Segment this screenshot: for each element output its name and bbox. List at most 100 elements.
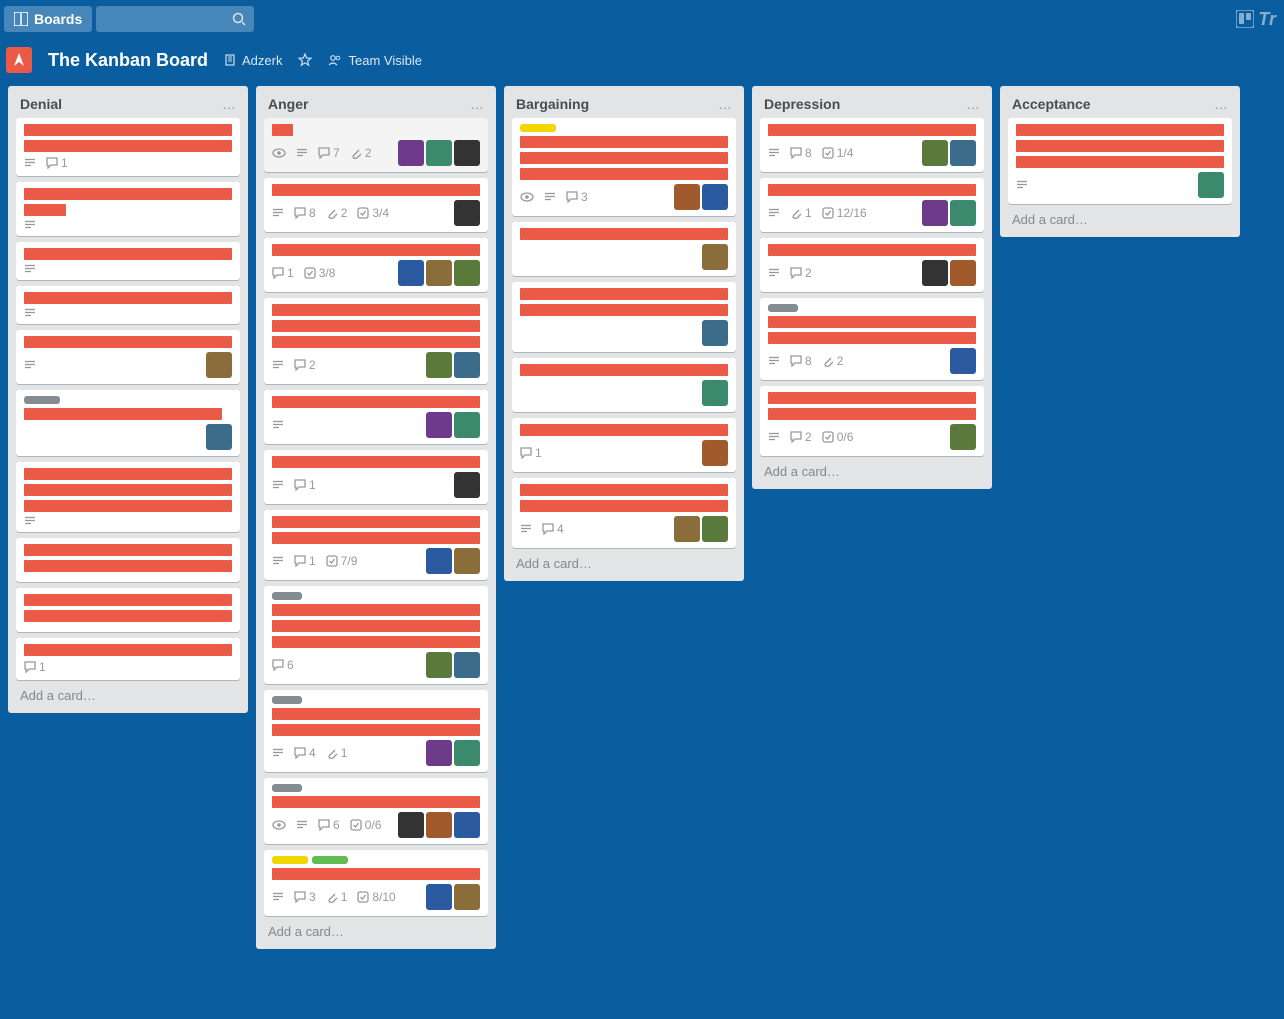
card[interactable] (16, 286, 240, 324)
member-avatar[interactable] (454, 140, 480, 166)
card[interactable]: 1 (512, 418, 736, 472)
card[interactable]: 81/4 (760, 118, 984, 172)
list-title[interactable]: Bargaining (516, 96, 589, 112)
member-avatar[interactable] (922, 200, 948, 226)
card[interactable]: 60/6 (264, 778, 488, 844)
card[interactable] (16, 242, 240, 280)
search-input[interactable] (96, 6, 254, 32)
card[interactable] (16, 462, 240, 532)
org-link[interactable]: Adzerk (224, 53, 282, 68)
member-avatar[interactable] (426, 412, 452, 438)
member-avatar[interactable] (454, 412, 480, 438)
add-card-button[interactable]: Add a card… (756, 456, 988, 485)
list-menu-button[interactable]: … (718, 96, 732, 112)
add-card-button[interactable]: Add a card… (1004, 204, 1236, 233)
card[interactable] (1008, 118, 1232, 204)
member-avatar[interactable] (426, 740, 452, 766)
card[interactable]: 2 (760, 238, 984, 292)
card[interactable] (16, 390, 240, 456)
card[interactable]: 1 (16, 118, 240, 176)
card-title-redacted (768, 392, 976, 420)
card[interactable]: 6 (264, 586, 488, 684)
member-avatar[interactable] (398, 260, 424, 286)
card[interactable] (16, 588, 240, 632)
card[interactable]: 1 (264, 450, 488, 504)
member-avatar[interactable] (426, 548, 452, 574)
card[interactable] (512, 358, 736, 412)
list-menu-button[interactable]: … (966, 96, 980, 112)
card[interactable]: 72 (264, 118, 488, 172)
member-avatar[interactable] (922, 260, 948, 286)
card[interactable]: 3 (512, 118, 736, 216)
list-menu-button[interactable]: … (222, 96, 236, 112)
member-avatar[interactable] (702, 244, 728, 270)
member-avatar[interactable] (454, 352, 480, 378)
member-avatar[interactable] (426, 140, 452, 166)
member-avatar[interactable] (950, 200, 976, 226)
card[interactable] (16, 182, 240, 236)
boards-button[interactable]: Boards (4, 6, 92, 32)
member-avatar[interactable] (206, 424, 232, 450)
member-avatar[interactable] (398, 140, 424, 166)
description-icon (544, 192, 556, 202)
member-avatar[interactable] (426, 812, 452, 838)
card[interactable] (512, 222, 736, 276)
card[interactable]: 41 (264, 690, 488, 772)
member-avatar[interactable] (206, 352, 232, 378)
card[interactable] (16, 538, 240, 582)
card[interactable]: 318/10 (264, 850, 488, 916)
member-avatar[interactable] (950, 424, 976, 450)
member-avatar[interactable] (950, 140, 976, 166)
member-avatar[interactable] (454, 260, 480, 286)
member-avatar[interactable] (1198, 172, 1224, 198)
card[interactable] (16, 330, 240, 384)
list-title[interactable]: Depression (764, 96, 840, 112)
member-avatar[interactable] (398, 812, 424, 838)
visibility-button[interactable]: Team Visible (328, 53, 421, 68)
card[interactable]: 1 (16, 638, 240, 680)
member-avatar[interactable] (426, 884, 452, 910)
card[interactable] (264, 390, 488, 444)
card[interactable]: 4 (512, 478, 736, 548)
card[interactable] (512, 282, 736, 352)
card[interactable]: 2 (264, 298, 488, 384)
member-avatar[interactable] (454, 548, 480, 574)
member-avatar[interactable] (426, 352, 452, 378)
list-title[interactable]: Anger (268, 96, 308, 112)
comments-badge: 8 (790, 146, 812, 160)
member-avatar[interactable] (702, 380, 728, 406)
member-avatar[interactable] (702, 440, 728, 466)
add-card-button[interactable]: Add a card… (12, 680, 244, 709)
member-avatar[interactable] (922, 140, 948, 166)
member-avatar[interactable] (454, 200, 480, 226)
member-avatar[interactable] (426, 260, 452, 286)
card[interactable]: 20/6 (760, 386, 984, 456)
member-avatar[interactable] (454, 812, 480, 838)
description-icon (768, 208, 780, 218)
member-avatar[interactable] (454, 884, 480, 910)
member-avatar[interactable] (702, 320, 728, 346)
member-avatar[interactable] (702, 184, 728, 210)
add-card-button[interactable]: Add a card… (260, 916, 492, 945)
member-avatar[interactable] (454, 740, 480, 766)
member-avatar[interactable] (674, 184, 700, 210)
list-title[interactable]: Denial (20, 96, 62, 112)
member-avatar[interactable] (454, 652, 480, 678)
card[interactable]: 112/16 (760, 178, 984, 232)
member-avatar[interactable] (950, 348, 976, 374)
card[interactable]: 82 (760, 298, 984, 380)
star-button[interactable] (298, 53, 312, 67)
card[interactable]: 17/9 (264, 510, 488, 580)
list-title[interactable]: Acceptance (1012, 96, 1091, 112)
member-avatar[interactable] (702, 516, 728, 542)
member-avatar[interactable] (674, 516, 700, 542)
list-menu-button[interactable]: … (470, 96, 484, 112)
member-avatar[interactable] (454, 472, 480, 498)
board-title[interactable]: The Kanban Board (48, 50, 208, 71)
member-avatar[interactable] (426, 652, 452, 678)
list-menu-button[interactable]: … (1214, 96, 1228, 112)
card[interactable]: 13/8 (264, 238, 488, 292)
add-card-button[interactable]: Add a card… (508, 548, 740, 577)
card[interactable]: 823/4 (264, 178, 488, 232)
member-avatar[interactable] (950, 260, 976, 286)
